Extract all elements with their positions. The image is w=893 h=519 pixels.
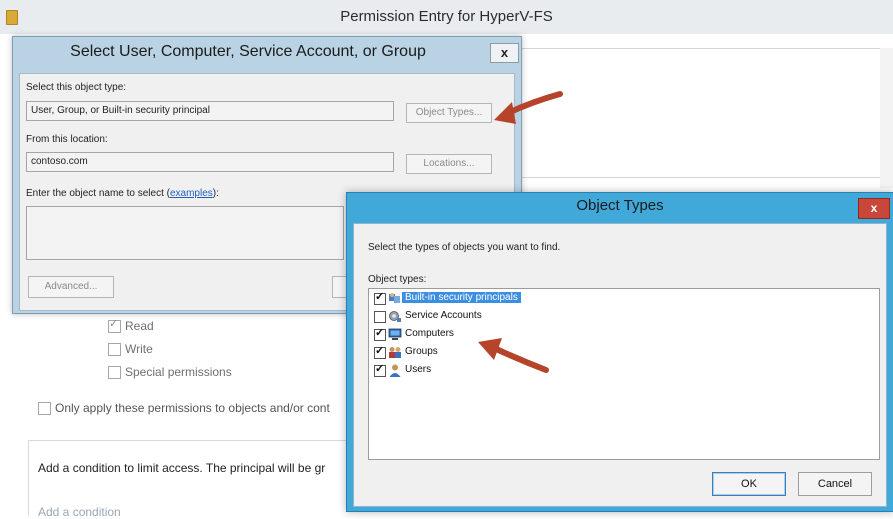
groups-icon	[389, 347, 401, 358]
groups-label: Groups	[405, 346, 438, 357]
computers-label: Computers	[405, 328, 454, 339]
object-types-body: Select the types of objects you want to …	[353, 223, 887, 507]
examples-link[interactable]: examples	[170, 188, 213, 199]
object-types-close-button[interactable]: x	[858, 198, 890, 219]
scrollbar[interactable]	[880, 48, 893, 188]
principal-panel	[518, 48, 882, 178]
object-types-button[interactable]: Object Types...	[406, 103, 492, 123]
special-permissions-checkbox[interactable]	[108, 366, 121, 379]
object-type-label: Select this object type:	[26, 82, 127, 93]
users-label: Users	[405, 364, 432, 375]
service-accounts-checkbox[interactable]	[374, 311, 386, 323]
object-type-item-groups[interactable]: Groups	[369, 344, 769, 361]
object-types-dialog: Object Types x Select the types of objec…	[346, 192, 893, 512]
condition-text: Add a condition to limit access. The pri…	[38, 461, 326, 475]
advanced-button[interactable]: Advanced...	[28, 276, 114, 298]
object-types-instruction: Select the types of objects you want to …	[368, 242, 561, 253]
object-type-field: User, Group, or Built-in security princi…	[26, 101, 394, 121]
annotation-arrow-computers	[478, 338, 549, 373]
write-checkbox[interactable]	[108, 343, 121, 356]
groups-checkbox[interactable]	[374, 344, 386, 359]
locations-button[interactable]: Locations...	[406, 154, 492, 174]
service-accounts-label: Service Accounts	[405, 310, 482, 321]
write-label: Write	[125, 342, 153, 356]
location-field: contoso.com	[26, 152, 394, 172]
annotation-arrow-object-types	[494, 91, 563, 124]
read-checkbox[interactable]	[108, 317, 121, 333]
add-condition-link[interactable]: Add a condition	[38, 505, 121, 519]
select-dialog-close-button[interactable]: x	[490, 43, 519, 63]
apply-only-checkbox[interactable]	[38, 402, 51, 415]
security-principals-icon	[389, 293, 400, 303]
computers-checkbox[interactable]	[374, 326, 386, 341]
apply-only-label: Only apply these permissions to objects …	[55, 401, 330, 415]
select-dialog-title: Select User, Computer, Service Account, …	[70, 43, 426, 60]
service-accounts-icon	[389, 311, 401, 322]
object-types-list[interactable]: Built-in security principals Service Acc…	[368, 288, 880, 460]
special-permissions-label: Special permissions	[125, 365, 232, 379]
builtin-label: Built-in security principals	[402, 292, 521, 303]
object-type-item-users[interactable]: Users	[369, 362, 769, 379]
object-types-title: Object Types	[576, 197, 664, 214]
object-name-input[interactable]	[26, 206, 344, 260]
object-type-item-builtin[interactable]: Built-in security principals	[369, 290, 769, 307]
location-label: From this location:	[26, 134, 108, 145]
builtin-checkbox[interactable]	[374, 290, 386, 305]
object-type-item-service-accounts[interactable]: Service Accounts	[369, 309, 769, 325]
ok-button[interactable]: OK	[712, 472, 786, 496]
enter-name-label: Enter the object name to select (example…	[26, 188, 219, 199]
object-types-list-label: Object types:	[368, 274, 427, 285]
read-label: Read	[125, 319, 154, 333]
user-icon	[389, 364, 401, 377]
permission-entry-title: Permission Entry for HyperV-FS	[340, 8, 553, 25]
object-type-item-computers[interactable]: Computers	[369, 326, 769, 343]
cancel-button[interactable]: Cancel	[798, 472, 872, 496]
computer-icon	[388, 328, 402, 340]
users-checkbox[interactable]	[374, 362, 386, 377]
